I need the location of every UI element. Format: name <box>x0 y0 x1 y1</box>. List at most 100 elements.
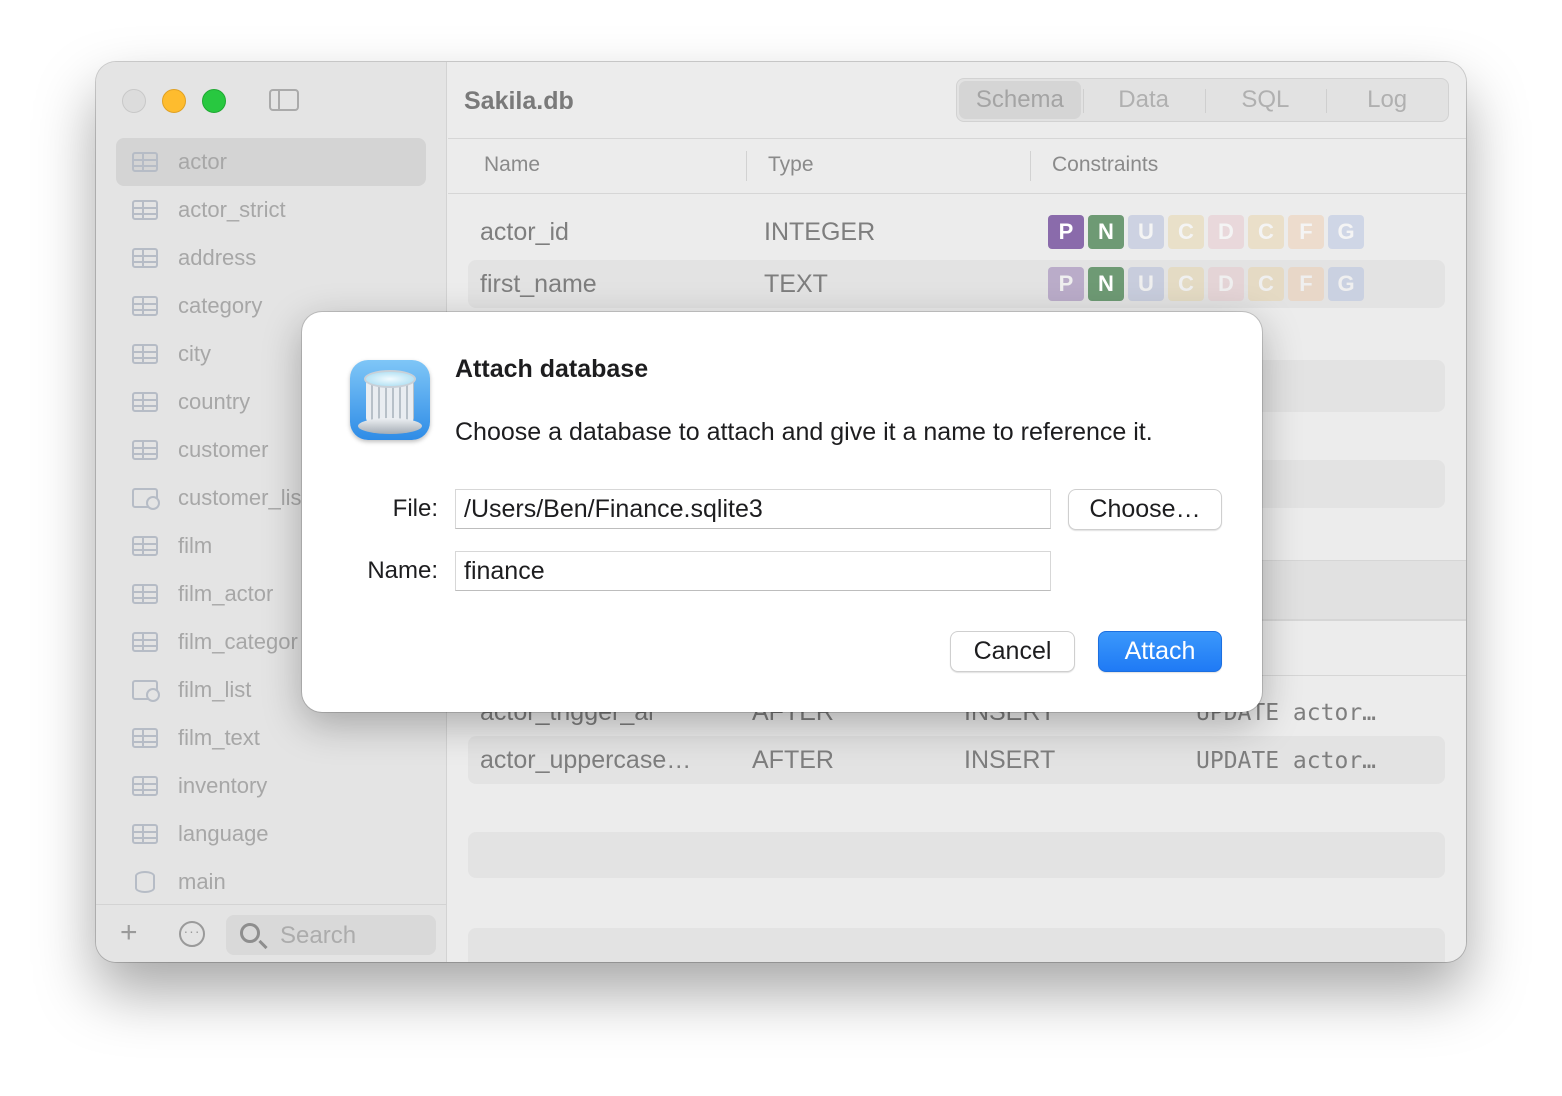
tab-schema[interactable]: Schema <box>959 81 1081 119</box>
attach-database-dialog: Attach database Choose a database to att… <box>302 312 1262 712</box>
constraint-badges: PNUCDCFG <box>1048 267 1364 301</box>
sidebar-item-inventory[interactable]: inventory <box>116 762 426 810</box>
table-row[interactable]: first_name TEXT P N U C D C F G <box>468 260 1445 308</box>
sidebar-item-label: film_text <box>178 725 260 750</box>
sidebar-item-main[interactable]: main <box>116 858 426 906</box>
sidebar-toggle-icon[interactable] <box>269 89 299 111</box>
sidebar-item-label: customer <box>178 437 269 462</box>
sidebar-item-label: city <box>178 341 211 366</box>
constraint-badge-f[interactable]: F <box>1288 267 1324 301</box>
zoom-window-button[interactable] <box>202 89 226 113</box>
window-title: Sakila.db <box>464 87 574 115</box>
sidebar-item-label: film_list <box>178 677 252 702</box>
column-type-cell: INTEGER <box>764 218 876 246</box>
view-icon <box>132 488 160 510</box>
trigger-name-cell: actor_uppercase… <box>480 746 692 774</box>
constraint-badge-d[interactable]: D <box>1208 215 1244 249</box>
tab-data[interactable]: Data <box>1082 79 1205 121</box>
search-placeholder: Search <box>280 922 357 949</box>
table-icon <box>132 824 158 844</box>
sidebar-item-actor-strict[interactable]: actor_strict <box>116 186 426 234</box>
sidebar-item-label: film_categor <box>178 629 298 654</box>
table-icon <box>132 536 158 556</box>
constraint-badge-c[interactable]: C <box>1168 215 1204 249</box>
tab-log[interactable]: Log <box>1326 79 1448 121</box>
sidebar-item-label: customer_lis <box>178 485 302 510</box>
constraint-badge-c[interactable]: C <box>1168 267 1204 301</box>
database-icon <box>135 871 155 893</box>
table-icon <box>132 296 158 316</box>
table-icon <box>132 728 158 748</box>
column-name-cell: actor_id <box>480 218 569 246</box>
constraint-badges: PNUCDCFG <box>1048 215 1364 249</box>
column-header-name[interactable]: Name <box>484 153 540 177</box>
columns-header: Name Type Constraints <box>448 138 1466 194</box>
column-type-cell: TEXT <box>764 270 828 298</box>
sidebar-item-label: main <box>178 869 226 894</box>
close-window-button[interactable] <box>122 89 146 113</box>
table-icon <box>132 440 158 460</box>
table-icon <box>132 344 158 364</box>
table-icon <box>132 392 158 412</box>
table-icon <box>132 776 158 796</box>
table-row[interactable] <box>468 928 1445 962</box>
constraint-badge-f[interactable]: F <box>1288 215 1324 249</box>
sidebar-item-label: inventory <box>178 773 268 798</box>
column-separator <box>1030 151 1031 181</box>
sidebar-footer: + ··· Search <box>96 904 447 962</box>
sidebar-item-label: address <box>178 245 257 270</box>
constraint-badge-g[interactable]: G <box>1328 267 1364 301</box>
search-icon <box>240 923 260 943</box>
constraint-badge-c[interactable]: C <box>1248 267 1284 301</box>
tab-sql[interactable]: SQL <box>1204 79 1327 121</box>
column-header-type[interactable]: Type <box>768 153 814 177</box>
plus-icon[interactable]: + <box>120 918 138 948</box>
table-icon <box>132 248 158 268</box>
minimize-window-button[interactable] <box>162 89 186 113</box>
sidebar-item-actor[interactable]: actor <box>116 138 426 186</box>
constraint-badge-u[interactable]: U <box>1128 215 1164 249</box>
constraint-badge-p[interactable]: P <box>1048 215 1084 249</box>
sidebar-item-label: actor <box>178 149 227 174</box>
constraint-badge-c[interactable]: C <box>1248 215 1284 249</box>
constraint-badge-d[interactable]: D <box>1208 267 1244 301</box>
constraint-badge-u[interactable]: U <box>1128 267 1164 301</box>
dialog-title: Attach database <box>455 355 649 383</box>
app-database-icon <box>350 360 430 440</box>
table-row[interactable]: actor_uppercase… AFTER INSERT UPDATE actor… <box>468 736 1445 784</box>
trigger-timing-cell: AFTER <box>752 746 834 774</box>
sidebar-item-label: film_actor <box>178 581 274 606</box>
table-row[interactable]: actor_id INTEGER P N U C D C F G <box>468 208 1445 256</box>
sidebar-item-label: country <box>178 389 251 414</box>
sidebar-item-label: language <box>178 821 269 846</box>
name-label: Name: <box>367 557 438 584</box>
sidebar-item-language[interactable]: language <box>116 810 426 858</box>
table-icon <box>132 584 158 604</box>
constraint-badge-p[interactable]: P <box>1048 267 1084 301</box>
sidebar-item-label: film <box>178 533 213 558</box>
table-icon <box>132 200 158 220</box>
view-tabs: Schema Data SQL Log <box>956 78 1449 122</box>
file-label: File: <box>392 495 438 522</box>
trigger-event-cell: INSERT <box>964 746 1056 774</box>
ellipsis-circle-icon[interactable]: ··· <box>179 921 205 947</box>
file-path-field[interactable] <box>455 489 1051 529</box>
attach-button[interactable]: Attach <box>1098 631 1222 672</box>
search-field[interactable]: Search <box>226 915 436 955</box>
sidebar-item-film-text[interactable]: film_text <box>116 714 426 762</box>
column-header-constraints[interactable]: Constraints <box>1052 153 1158 177</box>
dialog-message: Choose a database to attach and give it … <box>455 418 1153 446</box>
constraint-badge-n[interactable]: N <box>1088 215 1124 249</box>
constraint-badge-n[interactable]: N <box>1088 267 1124 301</box>
table-icon <box>132 632 158 652</box>
sidebar-item-label: actor_strict <box>178 197 286 222</box>
table-icon <box>132 152 158 172</box>
table-row[interactable] <box>468 832 1445 878</box>
cancel-button[interactable]: Cancel <box>950 631 1075 672</box>
column-name-cell: first_name <box>480 270 597 298</box>
choose-button[interactable]: Choose… <box>1068 489 1222 530</box>
alias-name-field[interactable] <box>455 551 1051 591</box>
constraint-badge-g[interactable]: G <box>1328 215 1364 249</box>
sidebar-item-address[interactable]: address <box>116 234 426 282</box>
view-icon <box>132 680 160 702</box>
